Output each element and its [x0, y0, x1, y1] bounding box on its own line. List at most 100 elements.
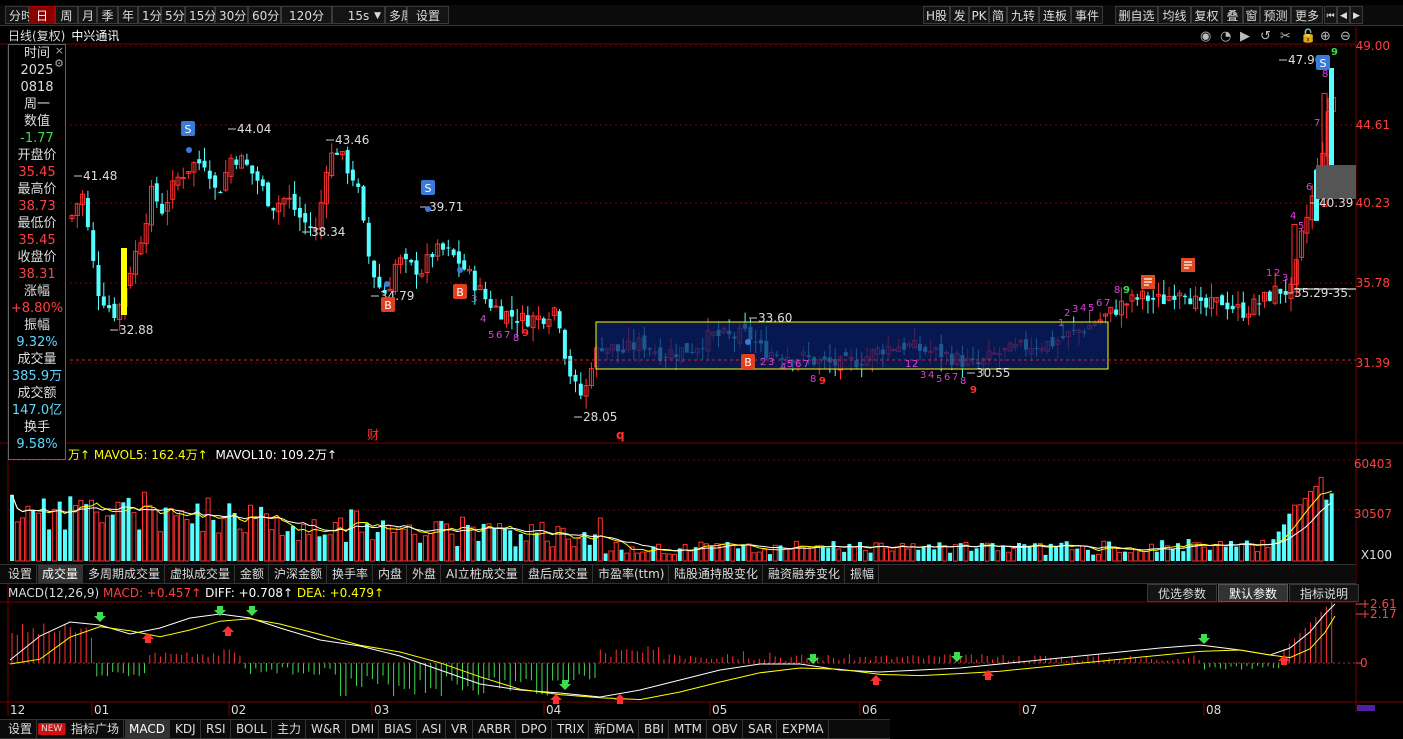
macd-legend: MACD(12,26,9) MACD: +0.457↑ DIFF: +0.708… [8, 586, 384, 600]
sell-arrow-icon [94, 612, 106, 622]
zoom-in-icon[interactable]: ⊕ [1320, 29, 1331, 44]
volume-tab-9[interactable]: AI立桩成交量 [442, 565, 523, 583]
volume-bar [179, 510, 185, 562]
volume-bar [672, 553, 677, 562]
volume-tab-5[interactable]: 沪深金额 [270, 565, 328, 583]
volume-tab-10[interactable]: 盘后成交量 [524, 565, 594, 583]
macd-param-button-2[interactable]: 指标说明 [1289, 584, 1359, 602]
indicator-tab-3[interactable]: MACD [125, 720, 170, 738]
indicator-tab-2[interactable]: 指标广场 [67, 720, 125, 738]
volume-bar [682, 543, 688, 562]
volume-bar [651, 546, 656, 561]
volume-tab-6[interactable]: 换手率 [328, 565, 374, 583]
macd-param-button-0[interactable]: 优选参数 [1147, 584, 1217, 602]
candle-body [91, 230, 96, 261]
candle-body [85, 197, 90, 228]
buy-signal-letter: B [744, 356, 752, 369]
volume-bar [163, 507, 168, 561]
buy-signal-marker[interactable]: B [381, 297, 395, 312]
volume-tab-13[interactable]: 融资融券变化 [764, 565, 846, 583]
sell-signal-marker[interactable]: S [1316, 55, 1330, 70]
buy-signal-marker[interactable]: B [453, 284, 467, 299]
indicator-tab-15[interactable]: TRIX [553, 720, 590, 738]
candle-body [499, 306, 504, 320]
nine-turn-count: 8 [960, 376, 966, 387]
volume-bar [343, 541, 348, 561]
volume-tab-2[interactable]: 多周期成交量 [84, 565, 166, 583]
volume-bar [788, 548, 794, 562]
indicator-tab-14[interactable]: DPO [517, 720, 552, 738]
volume-bar [518, 534, 523, 561]
sell-signal-marker[interactable]: S [181, 121, 195, 136]
sell-arrow-icon [246, 606, 258, 616]
volume-tab-8[interactable]: 外盘 [408, 565, 442, 583]
indicator-tab-4[interactable]: KDJ [171, 720, 201, 738]
volume-bar [826, 548, 831, 561]
volume-tab-3[interactable]: 虚拟成交量 [166, 565, 236, 583]
volume-bar [942, 544, 948, 562]
volume-bar [858, 541, 862, 561]
volume-bar [1117, 551, 1123, 562]
eye-icon[interactable]: ◉ [1200, 29, 1211, 44]
indicator-tab-21[interactable]: EXPMA [778, 720, 829, 738]
volume-tab-7[interactable]: 内盘 [374, 565, 408, 583]
indicator-tab-7[interactable]: 主力 [273, 720, 307, 738]
indicator-tab-18[interactable]: MTM [670, 720, 708, 738]
volume-bar [1271, 539, 1276, 561]
indicator-tab-16[interactable]: 新DMA [590, 720, 639, 738]
indicator-tab-8[interactable]: W&R [307, 720, 346, 738]
financial-report-marker[interactable]: 财 [367, 428, 379, 442]
settings-gear-icon[interactable]: ⚙ [54, 58, 64, 69]
price-annotation: 39.71 [429, 200, 463, 214]
indicator-tab-9[interactable]: DMI [347, 720, 380, 738]
volume-tab-4[interactable]: 金额 [236, 565, 270, 583]
volume-tab-12[interactable]: 陆股通持股变化 [670, 565, 764, 583]
macd-legend-dea: DEA: +0.479↑ [296, 586, 385, 600]
indicator-tab-19[interactable]: OBV [708, 720, 743, 738]
scroll-indicator[interactable] [1357, 705, 1375, 711]
kline-chart-area[interactable]: 49.0044.6140.2335.7831.39◉ ◔ ▶ ↺ ✂ 🔓 ⊕ ⊖41.4844… [0, 0, 1403, 737]
volume-tab-11[interactable]: 市盈率(ttm) [594, 565, 670, 583]
volume-bar [31, 510, 36, 561]
volume-bar [894, 546, 900, 562]
volume-bar [714, 543, 720, 562]
close-icon[interactable]: × [55, 45, 64, 56]
price-annotation: 44.04 [237, 122, 271, 136]
indicator-tab-6[interactable]: BOLL [232, 720, 272, 738]
volume-tab-0[interactable]: 设置 [4, 565, 38, 583]
zoom-out-icon[interactable]: ⊖ [1340, 29, 1351, 44]
indicator-tab-0[interactable]: 设置 [4, 720, 38, 738]
volume-bar [921, 547, 926, 561]
indicator-tab-5[interactable]: RSI [202, 720, 231, 738]
indicator-tab-17[interactable]: BBI [640, 720, 670, 738]
indicator-tab-12[interactable]: VR [447, 720, 473, 738]
nine-turn-count: 3 [1072, 304, 1078, 315]
buy-signal-marker[interactable]: B [741, 354, 755, 369]
sell-signal-marker[interactable]: S [421, 180, 435, 195]
circle-icon[interactable]: ◔ [1220, 29, 1231, 44]
lock-icon[interactable]: 🔓 [1300, 28, 1316, 44]
volume-tab-1[interactable]: 成交量 [38, 565, 84, 583]
signal-dot [425, 206, 431, 212]
play-icon[interactable]: ▶ [1240, 29, 1250, 44]
scissors-icon[interactable]: ✂ [1280, 29, 1291, 44]
indicator-tab-13[interactable]: ARBR [474, 720, 517, 738]
nine-turn-count: 5 [1088, 303, 1094, 314]
candle-body [541, 318, 546, 325]
event-note-icon[interactable] [1181, 258, 1195, 272]
volume-bar [1160, 540, 1165, 561]
volume-tab-14[interactable]: 振幅 [846, 565, 880, 583]
volume-bar [995, 550, 1001, 562]
candle-body [1135, 297, 1140, 300]
nine-turn-count: 2 [760, 357, 766, 368]
macd-param-button-1[interactable]: 默认参数 [1218, 584, 1288, 602]
event-note-icon[interactable] [1141, 275, 1155, 289]
volume-bar [1080, 545, 1086, 562]
rotate-left-icon[interactable]: ↺ [1260, 29, 1271, 44]
indicator-tab-20[interactable]: SAR [744, 720, 778, 738]
volume-bar [1249, 544, 1255, 562]
volume-bar [597, 517, 603, 562]
volume-bar [237, 528, 243, 562]
indicator-tab-11[interactable]: ASI [418, 720, 447, 738]
indicator-tab-10[interactable]: BIAS [380, 720, 417, 738]
